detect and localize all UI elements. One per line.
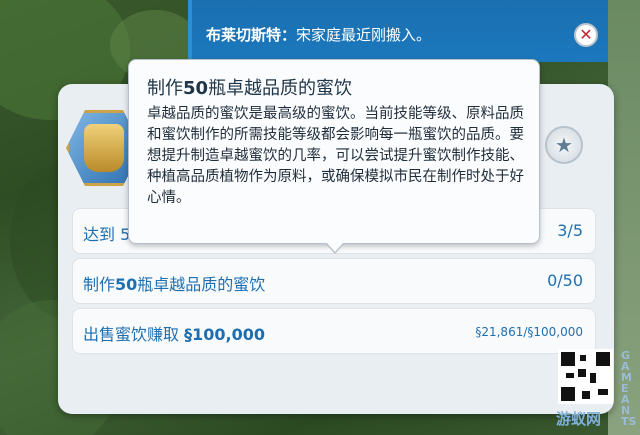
close-icon[interactable]: ✕ (574, 23, 598, 47)
notification-banner[interactable]: 布莱切斯特：宋家庭最近刚搬入。 ✕ (188, 0, 608, 62)
milestone-label: 达到 5 (83, 225, 131, 244)
milestone-progress: 0/50 (547, 271, 583, 290)
milestone-label-prefix: 制作 (83, 275, 116, 294)
tooltip-title: 制作50瓶卓越品质的蜜饮 (147, 74, 352, 100)
watermark-vertical-text: GAMEANTS (621, 349, 637, 428)
milestone-progress: §21,861/§100,000 (475, 325, 583, 339)
notification-sender: 布莱切斯特： (206, 26, 297, 44)
milestone-tooltip: 制作50瓶卓越品质的蜜饮 卓越品质的蜜饮是最高级的蜜饮。当前技能等级、原料品质和… (128, 59, 540, 244)
milestone-label-number: 50 (115, 275, 138, 294)
watermark-text: 游蚁网 (556, 410, 602, 428)
milestone-label: 出售蜜饮赚取 §100,000 (83, 321, 265, 345)
star-icon[interactable]: ★ (545, 126, 583, 164)
milestone-row[interactable]: 出售蜜饮赚取 §100,000 §21,861/§100,000 (72, 308, 596, 354)
milestone-row[interactable]: 制作50瓶卓越品质的蜜饮 0/50 (72, 258, 596, 304)
notification-message: 宋家庭最近刚搬入。 (296, 26, 432, 44)
tooltip-body: 卓越品质的蜜饮是最高级的蜜饮。当前技能等级、原料品质和蜜饮制作的所需技能等级都会… (147, 106, 524, 206)
aspiration-badge-figure (84, 124, 124, 172)
milestone-label-prefix: 出售蜜饮赚取 (83, 325, 185, 344)
milestone-progress: 3/5 (557, 221, 583, 240)
milestone-label: 制作50瓶卓越品质的蜜饮 (83, 271, 265, 295)
tooltip-title-suffix: 瓶卓越品质的蜜饮 (208, 78, 353, 99)
notification-text: 布莱切斯特：宋家庭最近刚搬入。 (206, 24, 431, 45)
milestone-label-suffix: 瓶卓越品质的蜜饮 (137, 275, 266, 294)
milestone-label-money: §100,000 (184, 325, 265, 344)
tooltip-title-number: 50 (183, 78, 209, 99)
tooltip-title-prefix: 制作 (147, 78, 183, 99)
qr-code-watermark (558, 349, 613, 404)
tooltip-arrow-fill (326, 242, 344, 252)
